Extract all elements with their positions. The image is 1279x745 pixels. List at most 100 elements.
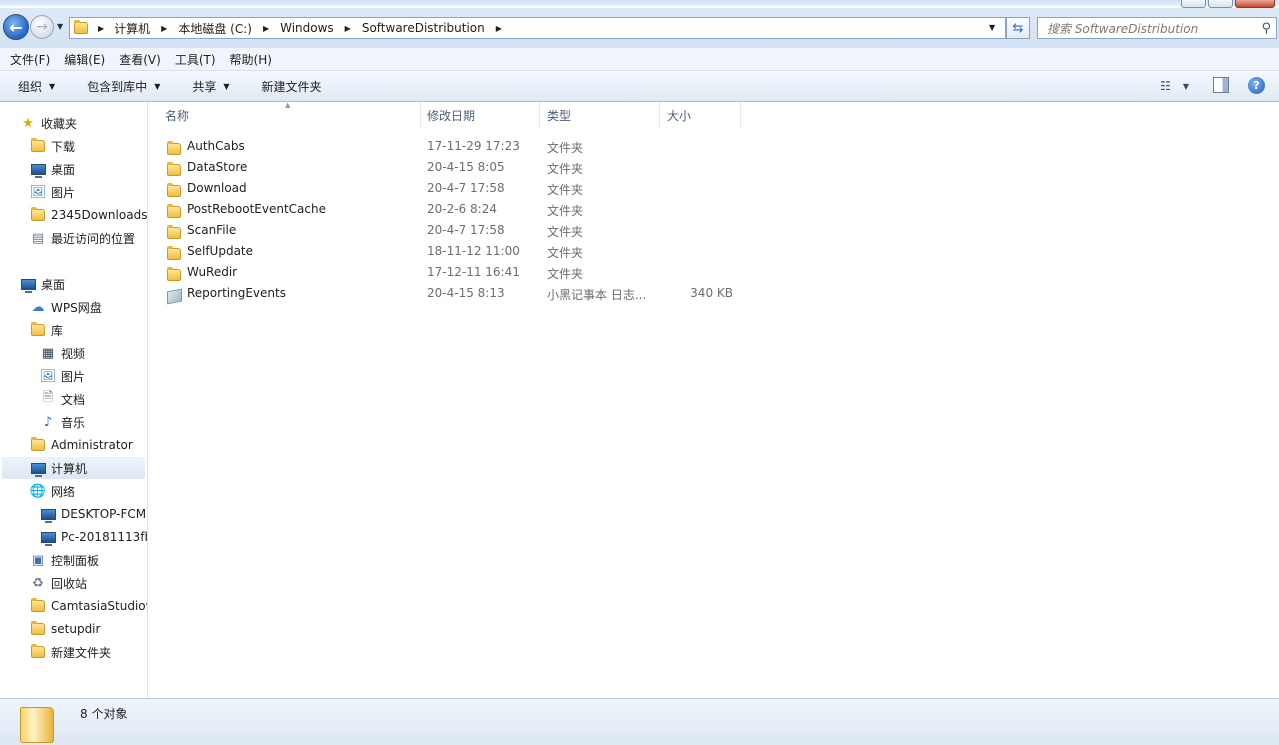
menu-help[interactable]: 帮助(H) — [230, 51, 272, 68]
back-button[interactable]: ← — [3, 14, 29, 40]
file-type: 文件夹 — [547, 162, 584, 176]
search-input[interactable]: 搜索 SoftwareDistribution ⚲ — [1037, 17, 1277, 39]
control-panel-icon: ▣ — [31, 552, 45, 568]
breadcrumb-computer[interactable]: 计算机 — [114, 20, 150, 37]
recent-pages-dropdown-icon[interactable]: ▼ — [57, 22, 63, 31]
file-date: 17-12-11 16:41 — [427, 265, 520, 279]
address-bar[interactable]: ▶ 计算机 ▶ 本地磁盘 (C:) ▶ Windows ▶ SoftwareDistr… — [69, 17, 1006, 39]
details-view-icon[interactable]: ☷ — [1160, 79, 1171, 93]
sidebar-item-label: Pc-20181113fb — [61, 530, 148, 544]
sidebar-item-administrator[interactable]: Administrator — [30, 434, 133, 456]
close-button[interactable] — [1235, 0, 1275, 8]
sidebar-item-2345downloads[interactable]: 2345Downloads — [30, 204, 147, 226]
sidebar-item-recycle-bin[interactable]: ♻ 回收站 — [30, 572, 87, 594]
sidebar-item-library[interactable]: 库 — [30, 319, 63, 341]
chevron-right-icon[interactable]: ▶ — [496, 24, 502, 33]
file-type: 小黑记事本 日志... — [547, 288, 647, 302]
column-type-header[interactable]: 类型 — [539, 102, 660, 128]
menu-view[interactable]: 查看(V) — [119, 51, 161, 68]
menu-tools[interactable]: 工具(T) — [175, 51, 216, 68]
forward-button[interactable]: → — [30, 15, 54, 39]
sidebar-item-control-panel[interactable]: ▣ 控制面板 — [30, 549, 99, 571]
column-size-header[interactable]: 大小 — [659, 102, 741, 128]
chevron-right-icon[interactable]: ▶ — [345, 24, 351, 33]
file-row[interactable]: Download 20-4-7 17:58 文件夹 — [165, 178, 745, 199]
search-icon[interactable]: ⚲ — [1261, 21, 1271, 36]
help-icon[interactable]: ? — [1248, 77, 1265, 94]
chevron-right-icon[interactable]: ▶ — [263, 24, 269, 33]
recent-places-icon: ▤ — [31, 230, 45, 246]
file-row[interactable]: DataStore 20-4-15 8:05 文件夹 — [165, 157, 745, 178]
chevron-down-icon: ▼ — [223, 81, 230, 91]
breadcrumb-local-disk[interactable]: 本地磁盘 (C:) — [178, 20, 252, 37]
include-library-button[interactable]: 包含到库中 ▼ — [87, 78, 160, 95]
chevron-right-icon[interactable]: ▶ — [98, 24, 104, 33]
picture-icon: 🖼 — [29, 184, 47, 200]
computer-icon — [40, 529, 56, 546]
sidebar-item-label: 文档 — [61, 392, 86, 407]
navigation-pane: ★ 收藏夹 下载 桌面 🖼 图片 2345Downloads ▤ 最近访问的位置 桌面… — [0, 102, 148, 698]
sidebar-item-label: 回收站 — [51, 576, 88, 591]
sidebar-item-desktop[interactable]: 桌面 — [30, 158, 75, 180]
file-name: ScanFile — [187, 223, 237, 237]
file-row[interactable]: SelfUpdate 18-11-12 11:00 文件夹 — [165, 241, 745, 262]
sidebar-item-music[interactable]: ♪ 音乐 — [40, 411, 85, 433]
sidebar-item-camtasia[interactable]: CamtasiaStudio9 — [30, 595, 147, 617]
file-row[interactable]: ReportingEvents 20-4-15 8:13 小黑记事本 日志...… — [165, 283, 745, 305]
recycle-bin-icon: ♻ — [32, 575, 44, 591]
maximize-button[interactable] — [1208, 0, 1233, 8]
sidebar-item-label: 计算机 — [51, 461, 88, 476]
column-name-header[interactable]: 名称 — [157, 102, 421, 128]
file-date: 20-4-7 17:58 — [427, 223, 505, 237]
file-row[interactable]: ScanFile 20-4-7 17:58 文件夹 — [165, 220, 745, 241]
search-placeholder: 搜索 SoftwareDistribution — [1047, 21, 1199, 36]
file-name: ReportingEvents — [187, 286, 286, 300]
organize-button[interactable]: 组织 ▼ — [18, 78, 55, 95]
library-icon — [30, 322, 46, 338]
sidebar-favorites[interactable]: ★ 收藏夹 — [20, 112, 77, 134]
sidebar-item-desktop-fcm[interactable]: DESKTOP-FCM — [40, 503, 146, 525]
sidebar-item-wps-cloud[interactable]: ☁ WPS网盘 — [30, 296, 102, 318]
column-date-header[interactable]: 修改日期 — [419, 102, 540, 128]
chevron-down-icon[interactable]: ▼ — [1183, 82, 1189, 91]
file-row[interactable]: PostRebootEventCache 20-2-6 8:24 文件夹 — [165, 199, 745, 220]
share-button[interactable]: 共享 ▼ — [192, 78, 229, 95]
sidebar-item-documents[interactable]: 🗎 文档 — [40, 388, 85, 410]
file-type: 文件夹 — [547, 225, 584, 239]
address-dropdown-icon[interactable]: ▼ — [989, 23, 995, 32]
preview-pane-icon[interactable] — [1213, 77, 1229, 93]
sidebar-item-recent-places[interactable]: ▤ 最近访问的位置 — [30, 227, 135, 249]
view-options[interactable]: ☷ ▼ — [1160, 79, 1189, 93]
sidebar-item-computer[interactable]: 计算机 — [2, 457, 145, 479]
sidebar-item-videos[interactable]: ▦ 视频 — [40, 342, 85, 364]
sidebar-item-label: 音乐 — [61, 415, 86, 430]
file-date: 20-4-15 8:05 — [427, 160, 505, 174]
sidebar-item-pc-20181113fb[interactable]: Pc-20181113fb — [40, 526, 148, 548]
breadcrumb-softwaredistribution[interactable]: SoftwareDistribution — [362, 21, 485, 35]
file-date: 20-2-6 8:24 — [427, 202, 497, 216]
chevron-right-icon[interactable]: ▶ — [161, 24, 167, 33]
download-folder-icon — [30, 138, 46, 154]
document-icon: 🗎 — [42, 390, 54, 405]
refresh-button[interactable]: ⇆ — [1006, 17, 1030, 39]
desktop-icon — [30, 161, 46, 178]
sidebar-item-pictures[interactable]: 🖼 图片 — [30, 181, 75, 203]
menu-file[interactable]: 文件(F) — [10, 51, 50, 68]
sidebar-item-pictures-lib[interactable]: 🖼 图片 — [40, 365, 85, 387]
file-type: 文件夹 — [547, 204, 584, 218]
minimize-button[interactable] — [1181, 0, 1206, 8]
sidebar-desktop[interactable]: 桌面 — [20, 273, 65, 295]
file-name: PostRebootEventCache — [187, 202, 326, 216]
sidebar-item-label: 图片 — [51, 185, 76, 200]
sidebar-item-downloads[interactable]: 下载 — [30, 135, 75, 157]
sidebar-item-network[interactable]: 🌐 网络 — [30, 480, 75, 502]
file-name: SelfUpdate — [187, 244, 254, 258]
menu-edit[interactable]: 编辑(E) — [64, 51, 105, 68]
file-row[interactable]: WuRedir 17-12-11 16:41 文件夹 — [165, 262, 745, 283]
new-folder-button[interactable]: 新建文件夹 — [262, 78, 322, 95]
file-type: 文件夹 — [547, 141, 584, 155]
sidebar-item-setupdir[interactable]: setupdir — [30, 618, 100, 640]
file-row[interactable]: AuthCabs 17-11-29 17:23 文件夹 — [165, 136, 745, 157]
breadcrumb-windows[interactable]: Windows — [280, 21, 334, 35]
sidebar-item-new-folder[interactable]: 新建文件夹 — [30, 641, 111, 663]
